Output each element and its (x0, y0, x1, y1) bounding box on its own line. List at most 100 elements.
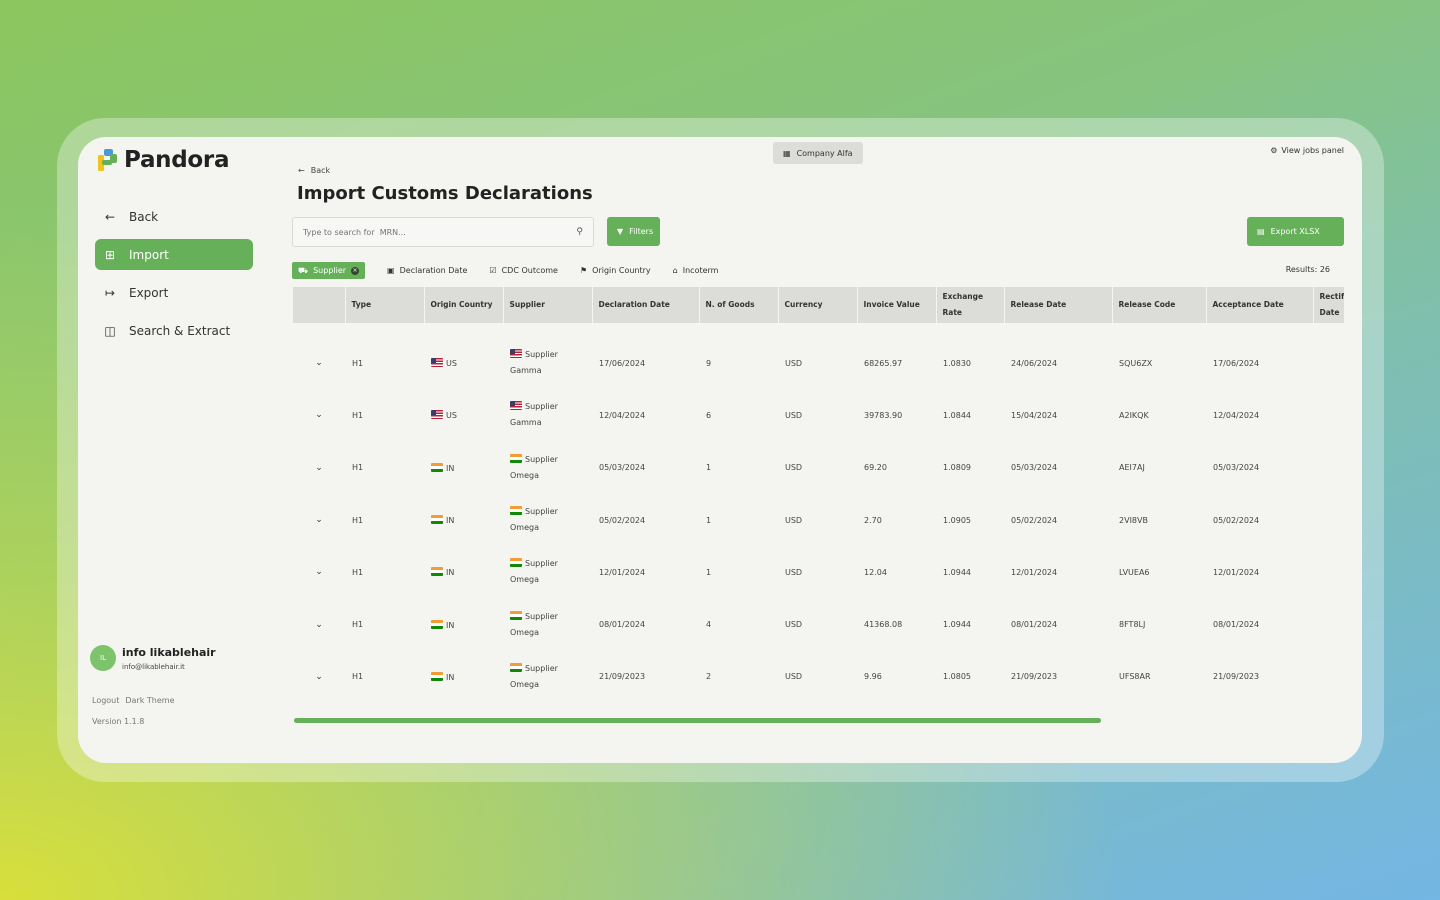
building-icon: ▦ (783, 148, 791, 158)
cell-invoice-value: 39783.90 (864, 410, 903, 420)
cell-exchange-rate: 1.0944 (943, 620, 971, 630)
cell-type: H1 (352, 463, 364, 473)
chip-origin-country[interactable]: ⚑ Origin Country (580, 266, 651, 275)
view-jobs-panel-link[interactable]: ⚙ View jobs panel (1270, 146, 1344, 155)
cell-currency: USD (785, 567, 803, 577)
filters-button[interactable]: ▼ Filters (607, 217, 660, 246)
table-row[interactable]: ⌄ H1 IN Supplier Omega 21/09/2023 2 USD 9.96 1.08… (293, 651, 1344, 703)
flag-in-icon (431, 619, 443, 629)
chip-label: Supplier (313, 266, 347, 275)
table-row[interactable]: ⌄ H1 IN Supplier Omega 08/01/2024 4 USD 41368.08… (293, 598, 1344, 650)
cell-invoice-value: 41368.08 (864, 620, 903, 630)
supplier-name-1: Supplier (525, 611, 558, 621)
expand-row-chevron-icon[interactable]: ⌄ (293, 494, 345, 546)
user-email: info@likablehair.it (122, 662, 185, 671)
cell-supplier: Supplier Gamma (503, 337, 592, 389)
jobs-panel-label: View jobs panel (1281, 146, 1344, 155)
close-icon[interactable]: × (351, 266, 360, 275)
expand-row-chevron-icon[interactable]: ⌄ (293, 546, 345, 598)
header-n-of-goods[interactable]: N. of Goods (699, 287, 779, 323)
header-supplier[interactable]: Supplier (503, 287, 593, 323)
cell-currency: USD (785, 672, 803, 682)
company-selector[interactable]: ▦ Company Alfa (773, 142, 863, 164)
flag-in-icon (431, 567, 443, 577)
header-expand (293, 287, 346, 323)
header-exchange-rate[interactable]: Exchange Rate (936, 287, 1005, 323)
cell-acceptance-date: 12/01/2024 (1213, 567, 1260, 577)
expand-row-chevron-icon[interactable]: ⌄ (293, 442, 345, 494)
cell-invoice-value: 69.20 (864, 463, 887, 473)
cell-origin-country: US (424, 337, 503, 389)
chip-incoterm[interactable]: ⌂ Incoterm (673, 266, 719, 275)
search-input[interactable] (303, 227, 543, 237)
header-rectif-date[interactable]: Rectif. Date (1313, 287, 1344, 323)
supplier-name-2: Omega (510, 523, 539, 533)
table-row[interactable]: ⌄ H1 IN Supplier Omega 12/01/2024 1 USD 12.04 1.0… (293, 546, 1344, 598)
sidebar-item-export[interactable]: ↦ Export (95, 277, 253, 308)
export-label: Export XLSX (1270, 227, 1320, 236)
sidebar-item-label: Export (129, 285, 169, 300)
dark-theme-toggle[interactable]: Dark Theme (125, 696, 174, 705)
arrow-left-icon: ← (104, 209, 116, 224)
expand-row-chevron-icon[interactable]: ⌄ (293, 389, 345, 441)
header-type[interactable]: Type (345, 287, 425, 323)
expand-row-chevron-icon[interactable]: ⌄ (293, 598, 345, 650)
cell-exchange-rate: 1.0809 (943, 463, 971, 473)
chip-cdc-outcome[interactable]: ☑ CDC Outcome (489, 266, 558, 275)
expand-row-chevron-icon[interactable]: ⌄ (293, 337, 345, 389)
cell-acceptance-date: 05/03/2024 (1213, 463, 1260, 473)
arrow-left-icon: ← (298, 166, 305, 175)
cell-currency: USD (785, 410, 803, 420)
flag-in-icon (510, 506, 522, 516)
cell-declaration-date: 17/06/2024 (599, 358, 646, 368)
sidebar-item-back[interactable]: ← Back (95, 201, 253, 232)
table-header-row: Type Origin Country Supplier Declaration… (293, 287, 1344, 323)
logout-link[interactable]: Logout (92, 696, 119, 705)
expand-row-chevron-icon[interactable]: ⌄ (293, 651, 345, 703)
page-title: Import Customs Declarations (297, 183, 593, 204)
cell-acceptance-date: 12/04/2024 (1213, 410, 1260, 420)
header-currency[interactable]: Currency (778, 287, 858, 323)
table-row[interactable]: ⌄ H1 US Supplier Gamma 17/06/2024 9 USD 68265.97… (293, 337, 1344, 389)
supplier-name-2: Omega (510, 627, 539, 637)
chip-supplier[interactable]: ⛟ Supplier × (292, 262, 366, 279)
cell-currency: USD (785, 515, 803, 525)
cell-origin-country: IN (424, 494, 503, 546)
horizontal-scrollbar[interactable] (294, 718, 1101, 723)
cell-rectif-date (1313, 337, 1344, 389)
table-spacer (293, 323, 1344, 337)
user-profile[interactable]: IL info likablehair info@likablehair.it (90, 645, 216, 671)
table-row[interactable]: ⌄ H1 IN Supplier Omega 05/03/2024 1 USD 69.20 1.0… (293, 442, 1344, 494)
table-row[interactable]: ⌄ H1 US Supplier Gamma 12/04/2024 6 USD 39783.90… (293, 389, 1344, 441)
header-invoice-value[interactable]: Invoice Value (857, 287, 937, 323)
sidebar-item-search-extract[interactable]: ◫ Search & Extract (95, 315, 253, 346)
cell-rectif-date (1313, 389, 1344, 441)
cell-origin-country: IN (424, 546, 503, 598)
country-code: IN (446, 516, 455, 526)
chip-declaration-date[interactable]: ▣ Declaration Date (387, 266, 467, 275)
header-acceptance-date[interactable]: Acceptance Date (1206, 287, 1314, 323)
country-code: IN (446, 672, 455, 682)
sidebar-nav: ← Back ⊞ Import ↦ Export ◫ Search & Extr… (95, 201, 253, 353)
flag-us-icon (431, 358, 443, 368)
supplier-name-2: Omega (510, 470, 539, 480)
header-origin-country[interactable]: Origin Country (424, 287, 504, 323)
cell-release-code: 8FT8LJ (1119, 620, 1146, 630)
country-code: IN (446, 463, 455, 473)
header-declaration-date[interactable]: Declaration Date (592, 287, 700, 323)
search-icon[interactable]: ⚲ (576, 227, 583, 237)
chip-label: Origin Country (592, 266, 651, 275)
app-logo[interactable]: Pandora (96, 147, 229, 173)
sidebar-item-label: Import (129, 247, 169, 262)
header-release-code[interactable]: Release Code (1112, 287, 1207, 323)
export-xlsx-button[interactable]: ▤ Export XLSX (1247, 217, 1344, 246)
cell-release-code: AEI7AJ (1119, 463, 1145, 473)
country-code: IN (446, 568, 455, 578)
table-row[interactable]: ⌄ H1 IN Supplier Omega 05/02/2024 1 USD 2.70 1.09… (293, 494, 1344, 546)
back-link[interactable]: ← Back (298, 166, 330, 175)
search-box: ⚲ (292, 217, 594, 247)
cell-declaration-date: 05/02/2024 (599, 515, 646, 525)
header-release-date[interactable]: Release Date (1004, 287, 1113, 323)
cell-release-date: 12/01/2024 (1011, 567, 1058, 577)
sidebar-item-import[interactable]: ⊞ Import (95, 239, 253, 270)
